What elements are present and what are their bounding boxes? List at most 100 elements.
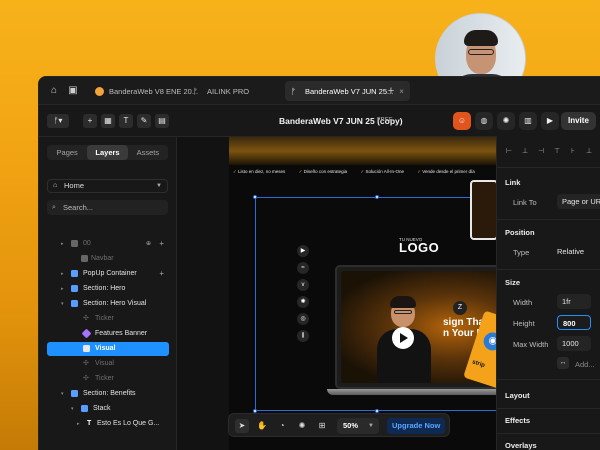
tab-label: BanderaWeb V8 ENE 20... — [109, 86, 199, 96]
component-icon — [81, 255, 88, 262]
settings-icon[interactable]: ✺ — [297, 296, 309, 308]
close-icon[interactable]: × — [399, 87, 404, 96]
layer-item[interactable]: ▾ Stack — [47, 402, 169, 416]
add-icon[interactable]: + — [159, 237, 164, 251]
play-preview-icon[interactable]: ▶ — [541, 112, 559, 130]
text-icon[interactable]: T — [119, 114, 133, 128]
tab-assets[interactable]: Assets — [128, 145, 168, 160]
plan-badge: FREE — [377, 117, 393, 123]
align-left-icon[interactable]: ⊢ — [505, 148, 513, 156]
select-tool-icon[interactable]: ➤ — [235, 419, 249, 433]
width-label: Width — [513, 298, 533, 307]
type-select[interactable]: Relative — [557, 244, 600, 259]
resize-handle[interactable] — [253, 195, 257, 199]
analytics-icon[interactable]: ▥ — [519, 112, 537, 130]
overlays-section-title[interactable]: Overlays — [505, 441, 537, 450]
toolbar: ᚠ▾ + ▦ T ✎ ▤ BanderaWeb V7 JUN 25 (copy)… — [39, 105, 600, 137]
features-ticker: Listo en diez, no meses Diseño con estra… — [233, 169, 493, 181]
divider — [497, 408, 600, 409]
width-input[interactable]: 1fr — [557, 294, 591, 309]
divider — [497, 433, 600, 434]
search-placeholder: Search... — [63, 203, 94, 212]
theme-icon[interactable]: ✺ — [295, 419, 309, 433]
left-panel: Pages Layers Assets ⌂ Home ▼ ⌕ Search...… — [39, 137, 177, 450]
caret-icon: ▸ — [61, 286, 64, 292]
text-icon: T — [87, 420, 92, 427]
layer-item[interactable]: ▸ Section: Hero — [47, 282, 169, 296]
layer-item[interactable]: ✣ Ticker — [47, 372, 169, 386]
position-section-title: Position — [505, 228, 535, 237]
component-icon — [81, 328, 92, 339]
height-input[interactable]: 800 — [557, 315, 591, 330]
invite-button[interactable]: Invite — [561, 112, 596, 130]
align-bottom-icon[interactable]: ⊥ — [585, 148, 593, 156]
layer-item[interactable]: ▸ 00 ⊕ + — [47, 237, 169, 251]
tab-ailink-pro[interactable]: ᚠ AILINK PRO — [187, 81, 255, 101]
flag-icon[interactable]: ≈ — [297, 262, 309, 274]
divider — [497, 379, 600, 380]
upgrade-button[interactable]: Upgrade Now — [387, 418, 446, 434]
canvas-toolbar: ➤ ✋ ◔ ✺ ⊞ 50% ▼ Upgrade Now — [228, 413, 450, 437]
zoom-select[interactable]: 50% ▼ — [337, 418, 379, 434]
avatar[interactable]: ☺ — [453, 112, 471, 130]
caret-icon: ▾ — [61, 391, 64, 397]
phone-mockup — [470, 180, 498, 240]
framer-logo-icon: Z — [453, 301, 467, 315]
vimeo-icon[interactable]: v — [297, 279, 309, 291]
layer-search-input[interactable]: ⌕ Search... — [47, 200, 168, 215]
cms-icon[interactable]: ▤ — [155, 114, 169, 128]
resize-handle[interactable] — [375, 195, 379, 199]
component-icon[interactable]: ⊕ — [146, 237, 151, 251]
hand-tool-icon[interactable]: ✋ — [255, 419, 269, 433]
target-icon[interactable]: ◎ — [297, 313, 309, 325]
link-to-input[interactable]: Page or URL... — [557, 194, 600, 209]
layer-item[interactable]: Features Banner — [47, 327, 169, 341]
tab-label: AILINK PRO — [207, 86, 250, 96]
height-label: Height — [513, 319, 535, 328]
layer-item-selected[interactable]: Visual — [47, 342, 169, 356]
youtube-icon[interactable]: ▶ — [297, 245, 309, 257]
align-center-h-icon[interactable]: ⊥ — [521, 148, 529, 156]
layer-item[interactable]: ▾ Section: Hero Visual — [47, 297, 169, 311]
comment-icon[interactable]: ◔ — [275, 419, 289, 433]
layer-item[interactable]: ▾ Section: Benefits — [47, 387, 169, 401]
effects-section-title[interactable]: Effects — [505, 416, 530, 425]
play-icon[interactable] — [392, 327, 414, 349]
layer-item[interactable]: ✣ Visual — [47, 357, 169, 371]
max-width-input[interactable]: 1000 — [557, 336, 591, 351]
canvas[interactable]: Listo en diez, no meses Diseño con estra… — [177, 137, 507, 450]
tab-bar: ⌂ ▣ BanderaWeb V8 ENE 20... ᚠ AILINK PRO… — [39, 77, 600, 105]
new-tab-icon[interactable]: + — [385, 85, 397, 97]
home-icon[interactable]: ⌂ — [48, 85, 60, 97]
tab-pages[interactable]: Pages — [47, 145, 87, 160]
settings-icon[interactable]: ✺ — [497, 112, 515, 130]
layout-icon[interactable]: ▦ — [101, 114, 115, 128]
layer-item[interactable]: ▸ T Esto Es Lo Que G... — [47, 417, 169, 431]
expand-icon[interactable]: ↔ — [557, 357, 569, 369]
framer-menu-button[interactable]: ᚠ▾ — [47, 114, 69, 128]
globe-icon[interactable]: ◍ — [475, 112, 493, 130]
layer-item[interactable]: ✣ Ticker — [47, 312, 169, 326]
grid-icon[interactable]: ⊞ — [315, 419, 329, 433]
tab-layers[interactable]: Layers — [87, 145, 128, 160]
insert-icon[interactable]: + — [83, 114, 97, 128]
equalizer-icon[interactable]: ⫼ — [297, 330, 309, 342]
align-middle-icon[interactable]: ⊦ — [569, 148, 577, 156]
caret-icon: ▸ — [77, 421, 80, 427]
align-top-icon[interactable]: ⊤ — [553, 148, 561, 156]
panel-tabs: Pages Layers Assets — [47, 145, 168, 160]
inbox-icon[interactable]: ▣ — [67, 85, 79, 97]
type-label: Type — [513, 248, 530, 257]
pen-icon[interactable]: ✎ — [137, 114, 151, 128]
max-width-label: Max Width — [513, 340, 549, 349]
add-icon[interactable]: + — [159, 267, 164, 281]
search-icon: ⌕ — [52, 204, 56, 211]
layer-item[interactable]: ▸ PopUp Container + — [47, 267, 169, 281]
page-select[interactable]: ⌂ Home ▼ — [47, 179, 168, 193]
layout-section-title[interactable]: Layout — [505, 391, 530, 400]
tab-label: BanderaWeb V7 JUN 25... — [305, 86, 394, 96]
add-size-button[interactable]: Add... — [575, 360, 595, 369]
component-icon: ✣ — [83, 360, 89, 367]
layer-item[interactable]: Navbar — [47, 252, 169, 266]
align-right-icon[interactable]: ⊣ — [537, 148, 545, 156]
